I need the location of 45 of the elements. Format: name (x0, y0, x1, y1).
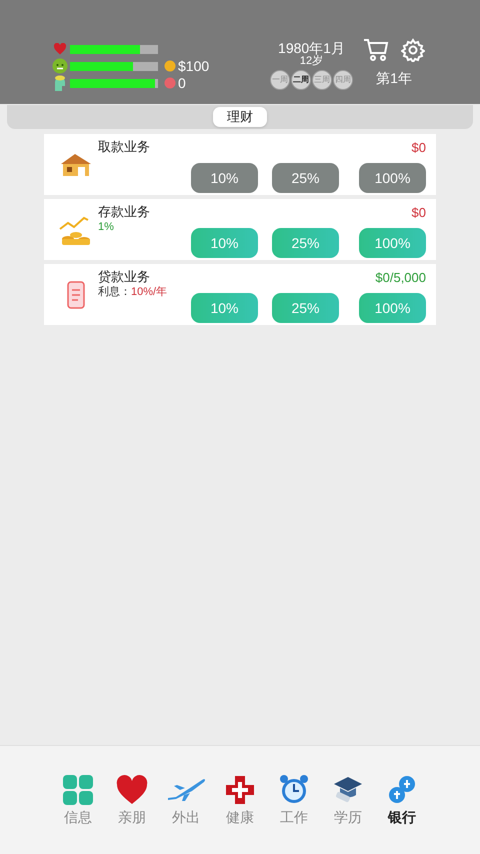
amount-text: $0/5,000 (375, 270, 426, 286)
alarm-clock-icon (278, 774, 310, 806)
coin-icon (164, 60, 176, 72)
percent-button[interactable]: 100% (359, 228, 426, 258)
nav-item[interactable]: 工作 (274, 774, 314, 826)
rate-text: 1% (98, 220, 114, 234)
service-title: 取款业务 (98, 139, 151, 155)
head-icon (53, 75, 67, 91)
money-text: $100 (178, 59, 210, 73)
date-text: 1980年1月 (278, 41, 345, 56)
face-icon (52, 58, 68, 74)
percent-button[interactable]: 10% (191, 293, 258, 323)
nav-item[interactable]: 银行 (382, 774, 422, 826)
nav-item[interactable]: 信息 (58, 774, 98, 826)
heart-icon (116, 774, 148, 806)
week-button[interactable]: 三周 (312, 70, 332, 90)
percent-button[interactable]: 25% (272, 293, 339, 323)
currency-exchange-icon (386, 774, 418, 806)
hearts-count: 0 (178, 76, 186, 90)
rate-text: 10%/年 (131, 285, 168, 299)
percent-button[interactable]: 25% (272, 228, 339, 258)
age-text: 12岁 (300, 56, 324, 67)
amount-text: $0 (412, 140, 426, 156)
nav-item[interactable]: 亲朋 (112, 774, 152, 826)
percent-button[interactable]: 100% (359, 293, 426, 323)
heart-icon (53, 43, 67, 55)
settings-icon[interactable] (401, 38, 425, 62)
service-title: 存款业务 (98, 204, 151, 220)
tab[interactable]: 理财 (213, 107, 267, 127)
nav-item[interactable]: 学历 (328, 774, 368, 826)
week-button[interactable]: 一周 (270, 70, 290, 90)
nav-item[interactable]: 健康 (220, 774, 260, 826)
service-title: 贷款业务 (98, 269, 151, 285)
interest-label: 利息： (98, 285, 131, 299)
cross-icon (224, 774, 256, 806)
cart-icon[interactable] (363, 38, 389, 62)
amount-text: $0 (412, 205, 426, 221)
week-button[interactable]: 二周 (291, 70, 311, 90)
heart-badge-icon (164, 77, 176, 89)
house-icon (59, 152, 93, 178)
year-text: 第1年 (376, 69, 412, 88)
grid-icon (62, 774, 94, 806)
nav-item[interactable]: 外出 (166, 774, 206, 826)
percent-button[interactable]: 10% (191, 228, 258, 258)
week-button[interactable]: 四周 (333, 70, 353, 90)
